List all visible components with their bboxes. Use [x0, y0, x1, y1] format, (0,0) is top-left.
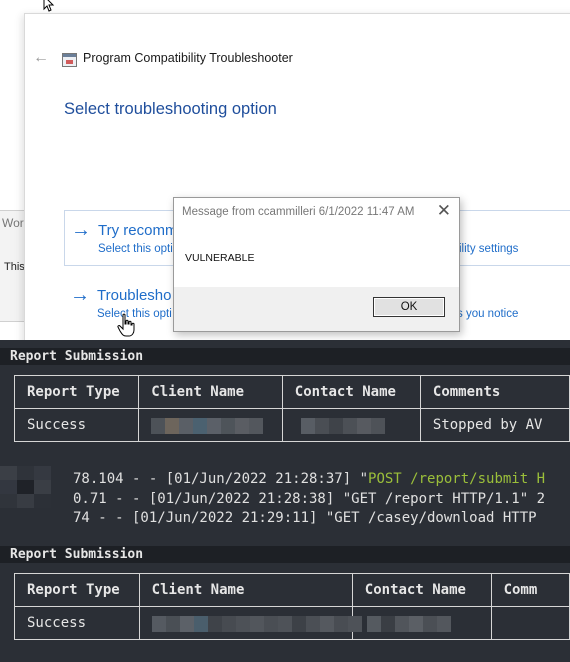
table-row: Success — [14, 606, 570, 640]
column-header: Contact Name — [351, 573, 492, 607]
cell-report-type: Success — [14, 606, 140, 640]
mouse-pointer-icon — [43, 0, 55, 12]
cell-contact-name-redacted — [351, 606, 492, 640]
column-header: Comments — [419, 375, 570, 409]
column-header: Report Type — [14, 573, 140, 607]
hand-cursor-icon — [117, 313, 135, 337]
background-window-title: Wor — [2, 216, 24, 230]
dialog-title: Message from ccammilleri 6/1/2022 11:47 … — [182, 206, 415, 218]
log-line-text: 0.71 - - [01/Jun/2022 21:28:38] "GET /re… — [73, 491, 546, 507]
message-dialog: Message from ccammilleri 6/1/2022 11:47 … — [173, 197, 460, 332]
desktop-area: Wor This ← Program Compatibility Trouble… — [0, 0, 570, 340]
page-heading: Select troubleshooting option — [64, 100, 277, 118]
dialog-message: VULNERABLE — [185, 252, 255, 264]
close-icon[interactable]: ✕ — [437, 201, 451, 221]
column-header: Report Type — [13, 375, 140, 409]
log-line: 74 - - [01/Jun/2022 21:29:11] "GET /case… — [73, 510, 537, 526]
redacted-block — [300, 418, 385, 434]
troubleshooter-app-icon — [62, 53, 77, 67]
back-arrow-icon[interactable]: ← — [33, 49, 49, 67]
dialog-footer: OK — [174, 287, 459, 331]
option-title: Troublesho — [97, 287, 172, 304]
log-line: 0.71 - - [01/Jun/2022 21:28:38] "GET /re… — [73, 491, 545, 507]
redacted-ip-block — [0, 466, 68, 522]
cell-report-type: Success — [13, 408, 140, 442]
cell-client-name-redacted — [138, 408, 283, 442]
column-header: Client Name — [138, 375, 283, 409]
redacted-block — [366, 616, 451, 632]
report-table-1: Report Type Client Name Contact Name Com… — [13, 375, 570, 442]
column-header: Client Name — [138, 573, 353, 607]
ok-button[interactable]: OK — [373, 297, 445, 317]
cell-contact-name-redacted — [281, 408, 421, 442]
cell-comments: Stopped by AV — [419, 408, 570, 442]
window-title: Program Compatibility Troubleshooter — [83, 51, 293, 65]
column-header: Contact Name — [281, 375, 421, 409]
report-table-2: Report Type Client Name Contact Name Com… — [14, 573, 570, 640]
cell-comments-empty — [490, 606, 570, 640]
right-arrow-icon: → — [70, 284, 90, 306]
log-line: 78.104 - - [01/Jun/2022 21:28:37] "POST … — [73, 471, 545, 487]
log-line-text: 78.104 - - [01/Jun/2022 21:28:37] " — [73, 471, 369, 487]
log-line-text: 74 - - [01/Jun/2022 21:29:11] "GET /case… — [73, 510, 537, 526]
column-header: Comm — [490, 573, 570, 607]
option-title: Try recomm — [98, 222, 178, 239]
terminal-window: Report Submission Report Type Client Nam… — [0, 340, 570, 662]
cell-client-name-redacted — [138, 606, 362, 640]
log-request: POST /report/submit H — [368, 471, 546, 487]
section-title: Report Submission — [0, 348, 570, 365]
section-title: Report Submission — [0, 546, 570, 563]
table-header-row: Report Type Client Name Contact Name Com… — [13, 375, 570, 409]
redacted-block — [151, 418, 264, 434]
option-subtitle-tail: s you notice — [457, 308, 519, 320]
table-row: Success Stopped by AV — [13, 408, 570, 442]
background-window-text: This — [4, 261, 25, 273]
right-arrow-icon: → — [71, 219, 91, 241]
option-subtitle-tail: ility settings — [459, 243, 519, 255]
option-subtitle: Select this opti — [98, 243, 173, 255]
table-header-row: Report Type Client Name Contact Name Com… — [14, 573, 570, 607]
redacted-block — [151, 616, 362, 632]
